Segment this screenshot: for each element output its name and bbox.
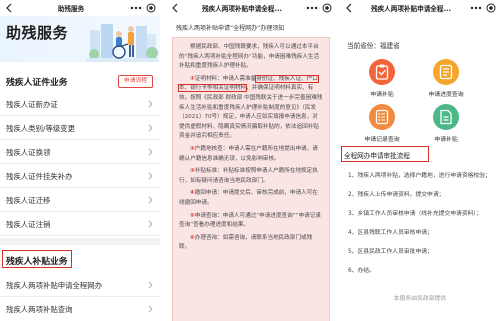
list-item-loss-reissue[interactable]: 残疾人证件挂失补办 — [0, 164, 160, 188]
item-text: ，并确保证明材料真实、有效。按照《民政部 财政部 中国残联关于进一步完善困难残疾… — [179, 85, 323, 140]
notice-item-2: ②户籍地核查：申请人需在户籍所在地提出申请，请确认户籍信息准确无误，以免影响审核… — [179, 145, 323, 164]
flow-step: 6、办结。 — [348, 268, 375, 274]
list-item-label: 残疾人两项补贴查询 — [6, 305, 73, 314]
chevron-right-icon — [148, 148, 153, 156]
progress-query-button[interactable]: 申请进度查询 — [414, 59, 478, 99]
progress-icon — [433, 59, 459, 85]
list-item-label: 残疾人证迁移 — [6, 196, 51, 205]
list-item-label: 残疾人类别/等级变更 — [6, 124, 76, 133]
subsidy-service-screen: 残疾人两项补贴申请全程... 当前省份：福建省 申请补贴 申请进度查询 申请记录… — [340, 0, 500, 321]
subsidy-document-button[interactable]: 申请补贴 — [414, 104, 478, 144]
service-provider-footer: 本服务由民政部提供 — [393, 296, 447, 302]
item-text: 申请查询：申请人可通过“申请进度查询”“申请记录查询”查看办理进度和结果。 — [179, 212, 321, 229]
back-icon[interactable] — [5, 3, 14, 13]
grid-label: 申请进度查询 — [428, 92, 464, 98]
notice-screen: 残疾人两项补贴申请全程... 残疾人两项补贴申请“全程网办”办理须知 根据民政部… — [166, 0, 336, 321]
back-icon[interactable] — [171, 3, 180, 13]
grid-label: 申请补贴 — [434, 137, 458, 143]
list-item-label: 残疾人两项补贴申请全程网办 — [6, 281, 103, 290]
list-item-label: 残疾人证件挂失补办 — [6, 172, 73, 181]
notice-title: 残疾人两项补贴申请“全程网办”办理须知 — [176, 25, 285, 32]
close-miniprogram-icon[interactable] — [322, 3, 332, 13]
apply-icon — [369, 59, 395, 85]
page-title: 残疾人两项补贴申请全程... — [370, 5, 452, 13]
list-item-transfer[interactable]: 残疾人证迁移 — [0, 188, 160, 212]
province-label: 当前省份： — [347, 42, 380, 50]
province-value: 福建省 — [379, 42, 400, 50]
chevron-right-icon — [148, 220, 153, 228]
flow-step: 1、残疾人两项补贴，选择户籍地，进行申请资格校验； — [348, 173, 491, 179]
item-text: 户籍地核查：申请人需在户籍所在地提出申请，请确认户籍信息准确无误，以免影响审核。 — [179, 145, 318, 162]
section-title-subsidy: 残疾人补贴业务 — [6, 257, 68, 267]
chevron-right-icon — [148, 100, 153, 108]
hero-banner: 助残服务 — [0, 16, 160, 62]
approval-flow-title: 全程网办申请审批流程 — [344, 152, 410, 160]
section-divider — [0, 238, 160, 245]
notice-item-4: ④撤回申请：申请提交后、审核完成前，申请人可在线撤回申请。 — [179, 189, 323, 208]
page-title: 残疾人两项补贴申请全程... — [201, 5, 283, 13]
flow-step: 2、残疾人上传申请资料，提交申请； — [348, 192, 445, 198]
list-item-renewal[interactable]: 残疾人证换领 — [0, 140, 160, 164]
flow-step: 4、区县残联工作人员审核申请； — [348, 230, 433, 236]
section-title-certificate: 残疾人证件业务 — [6, 78, 68, 88]
item-text: 证明材料：申请人需准备 — [194, 75, 257, 82]
document-icon — [433, 104, 459, 130]
more-icon[interactable] — [306, 4, 318, 12]
more-icon[interactable] — [470, 4, 482, 12]
grid-label: 申请补贴 — [370, 92, 394, 98]
notice-item-3: ③补贴标准：补贴标准按照申请人户籍所在地规定执行，如有疑问请咨询当地民政部门。 — [179, 167, 323, 186]
chevron-right-icon — [148, 305, 153, 313]
chevron-right-icon — [148, 196, 153, 204]
list-item-label: 残疾人证新办证 — [6, 100, 58, 109]
notice-intro: 根据民政部、中国残联要求，残疾人可以通过本平台的“残疾人两项补贴全程网办”功能，… — [179, 44, 320, 70]
notice-content: 根据民政部、中国残联要求，残疾人可以通过本平台的“残疾人两项补贴全程网办”功能，… — [172, 37, 330, 321]
back-icon[interactable] — [345, 3, 354, 13]
list-item-category-change[interactable]: 残疾人类别/等级变更 — [0, 116, 160, 140]
service-home-screen: 助残服务 助残服务 残疾人证件业务 申请流程 残疾人证新办证 残疾人类别/等级变… — [0, 0, 160, 321]
top-bar: 残疾人两项补贴申请全程... — [340, 0, 500, 16]
item-text: 办理咨询：如需咨询，请联系当地民政部门或残联。 — [179, 234, 313, 251]
notice-item-5: ⑤申请查询：申请人可通过“申请进度查询”“申请记录查询”查看办理进度和结果。 — [179, 212, 323, 231]
flow-step: 5、区县民政工作人员审批申请； — [348, 249, 433, 255]
list-item-label: 残疾人证注销 — [6, 220, 51, 229]
list-item-new-certificate[interactable]: 残疾人证新办证 — [0, 92, 160, 116]
top-bar: 助残服务 — [0, 0, 160, 16]
page-title: 助残服务 — [57, 5, 85, 13]
current-province[interactable]: 当前省份：福建省 — [347, 40, 400, 50]
chevron-right-icon — [148, 172, 153, 180]
notice-item-6: ⑥办理咨询：如需咨询，请联系当地民政部门或残联。 — [179, 234, 323, 253]
notice-item-1: ①证明材料：申请人需准备身份证、残疾人证、户口本、银行卡等相关证明材料，并确保证… — [177, 74, 323, 142]
close-miniprogram-icon[interactable] — [486, 3, 496, 13]
chevron-right-icon — [148, 124, 153, 132]
record-icon — [369, 104, 395, 130]
item-text: 补贴标准：补贴标准按照申请人户籍所在地规定执行，如有疑问请咨询当地民政部门。 — [179, 168, 318, 184]
list-item-subsidy-apply[interactable]: 残疾人两项补贴申请全程网办 — [0, 273, 160, 297]
list-item-subsidy-query[interactable]: 残疾人两项补贴查询 — [0, 297, 160, 320]
record-query-button[interactable]: 申请记录查询 — [350, 104, 414, 144]
grid-label: 申请记录查询 — [364, 137, 400, 143]
item-text: 撤回申请：申请提交后、审核完成前，申请人可在线撤回申请。 — [179, 190, 318, 206]
flow-step: 3、乡镇工作人员审核申请（线补充提交申请资料）； — [348, 211, 483, 217]
list-item-label: 残疾人证换领 — [6, 148, 51, 157]
apply-process-tag[interactable]: 申请流程 — [118, 75, 153, 88]
top-bar: 残疾人两项补贴申请全程... — [166, 0, 336, 16]
more-icon[interactable] — [130, 4, 142, 12]
wheelchair-illustration — [86, 24, 158, 62]
chevron-right-icon — [148, 281, 153, 289]
list-item-cancel[interactable]: 残疾人证注销 — [0, 212, 160, 236]
hero-title: 助残服务 — [6, 24, 69, 42]
close-miniprogram-icon[interactable] — [146, 3, 156, 13]
apply-subsidy-button[interactable]: 申请补贴 — [350, 59, 414, 99]
